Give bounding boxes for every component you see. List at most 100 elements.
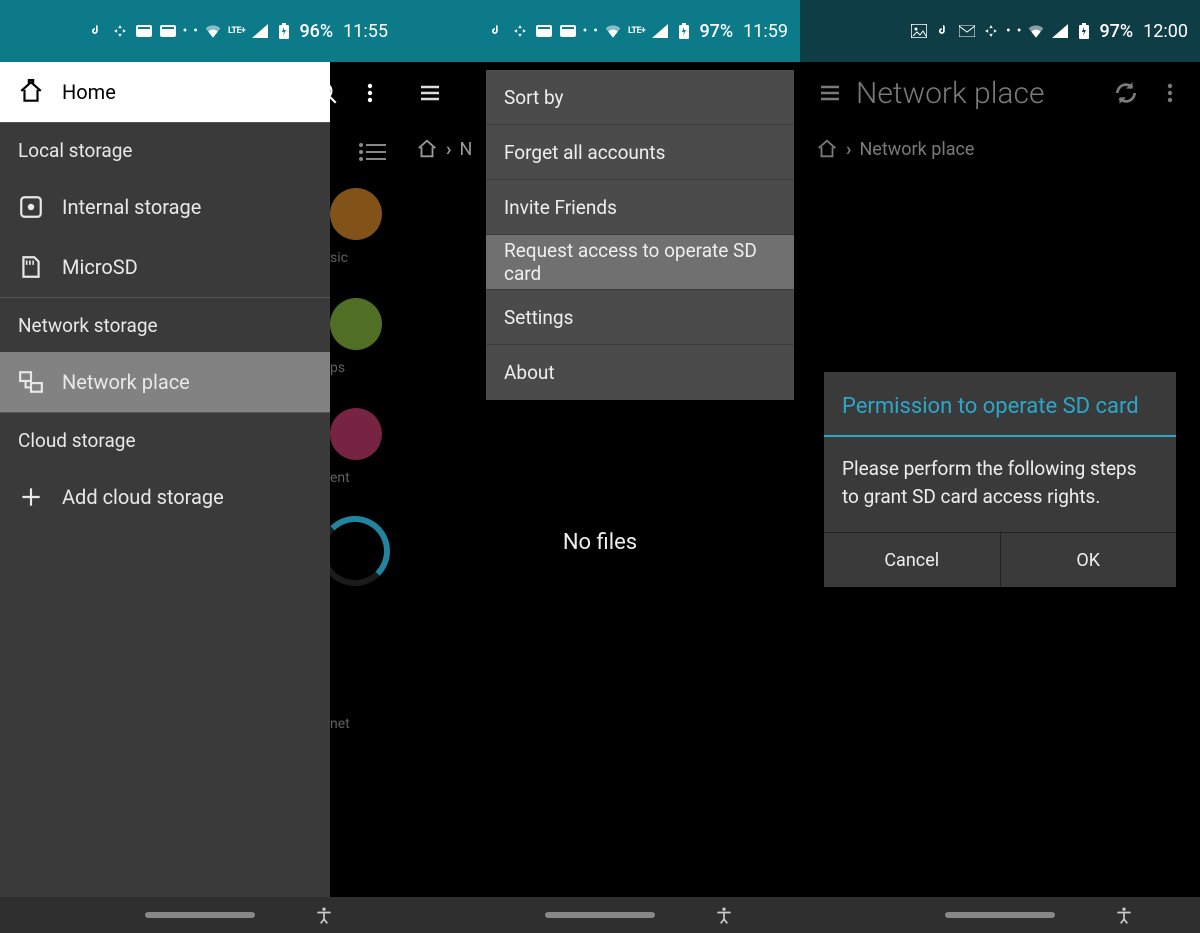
wifi-icon <box>1027 22 1045 40</box>
dot-icon: • <box>193 23 198 39</box>
signal-icon <box>651 22 669 40</box>
menu-sort-by[interactable]: Sort by <box>486 70 794 125</box>
drawer-label: Internal storage <box>62 195 201 219</box>
screenshot-1: • • LTE+ 96% 11:55 File Manager sic ps <box>0 0 400 933</box>
status-bar: • • LTE+ 97% 11:59 <box>400 0 800 62</box>
drawer-item-network-place[interactable]: Network place <box>0 352 330 412</box>
battery-charging-icon <box>275 22 293 40</box>
app-bar: Network place <box>800 62 1200 124</box>
nav-bar <box>0 897 400 933</box>
battery-charging-icon <box>675 22 693 40</box>
menu-invite-friends[interactable]: Invite Friends <box>486 180 794 235</box>
sd-card-icon <box>18 254 44 280</box>
ok-button[interactable]: OK <box>1001 533 1177 587</box>
drawer-label: Add cloud storage <box>62 485 224 509</box>
menu-forget-accounts[interactable]: Forget all accounts <box>486 125 794 180</box>
wifi-icon <box>604 22 622 40</box>
tiktok-icon <box>487 22 505 40</box>
dialog-title: Permission to operate SD card <box>824 372 1176 435</box>
status-bar: • • LTE+ 96% 11:55 <box>0 0 400 62</box>
accessibility-icon[interactable] <box>1114 905 1134 925</box>
dot-icon: • <box>183 23 188 39</box>
drawer-header-network: Network storage <box>0 298 330 352</box>
dot-icon: • <box>1006 23 1011 39</box>
overflow-menu: Sort by Forget all accounts Invite Frien… <box>486 70 794 400</box>
battery-percent: 97% <box>1099 21 1133 42</box>
tiktok-icon <box>87 22 105 40</box>
clock-time: 11:55 <box>343 21 388 42</box>
accessibility-icon[interactable] <box>314 905 334 925</box>
home-icon[interactable] <box>816 138 838 160</box>
drawer-item-add-cloud[interactable]: Add cloud storage <box>0 467 330 527</box>
no-files-label: No files <box>400 530 800 555</box>
pinwheel-icon <box>982 22 1000 40</box>
drawer-header-cloud: Cloud storage <box>0 413 330 467</box>
signal-icon <box>1051 22 1069 40</box>
dialog-body: Please perform the following steps to gr… <box>824 437 1176 532</box>
battery-charging-icon <box>1075 22 1093 40</box>
hamburger-icon[interactable] <box>416 79 444 107</box>
breadcrumb-text: Network place <box>859 139 974 160</box>
nav-bar <box>800 897 1200 933</box>
navigation-drawer: Home Local storage Internal storage Micr… <box>0 62 330 897</box>
clock-time: 12:00 <box>1143 21 1188 42</box>
refresh-icon[interactable] <box>1112 79 1140 107</box>
accessibility-icon[interactable] <box>714 905 734 925</box>
nav-bar <box>400 897 800 933</box>
list-view-icon[interactable] <box>358 141 386 163</box>
menu-settings[interactable]: Settings <box>486 290 794 345</box>
lte-label: LTE+ <box>228 26 245 36</box>
image-icon <box>910 22 928 40</box>
bg-apps-label: ps <box>330 360 400 376</box>
cancel-button[interactable]: Cancel <box>824 533 1001 587</box>
drawer-label: Network place <box>62 370 190 394</box>
breadcrumb-text: N <box>459 139 472 160</box>
status-bar: • • 97% 12:00 <box>800 0 1200 62</box>
network-icon <box>18 369 44 395</box>
screenshot-3: • • 97% 12:00 Network place › Network pl… <box>800 0 1200 933</box>
drawer-header-local: Local storage <box>0 123 330 177</box>
bg-music-label: sic <box>330 250 400 266</box>
home-icon[interactable] <box>416 138 438 160</box>
news-icon-2 <box>159 22 177 40</box>
lte-label: LTE+ <box>628 26 645 36</box>
more-vert-icon[interactable] <box>1156 79 1184 107</box>
news-icon <box>535 22 553 40</box>
drawer-label: Home <box>62 80 116 104</box>
pinwheel-icon <box>111 22 129 40</box>
battery-percent: 97% <box>699 21 733 42</box>
bg-net-label: net <box>330 716 400 732</box>
three-screenshots: • • LTE+ 96% 11:55 File Manager sic ps <box>0 0 1200 933</box>
storage-icon <box>18 194 44 220</box>
permission-dialog: Permission to operate SD card Please per… <box>824 372 1176 587</box>
drawer-item-microsd[interactable]: MicroSD <box>0 237 330 297</box>
dot-icon: • <box>593 23 598 39</box>
more-vert-icon[interactable] <box>356 79 384 107</box>
drawer-label: MicroSD <box>62 255 138 279</box>
tiktok-icon <box>934 22 952 40</box>
gmail-icon <box>958 22 976 40</box>
signal-icon <box>251 22 269 40</box>
wifi-icon <box>204 22 222 40</box>
nav-pill[interactable] <box>145 912 255 918</box>
menu-about[interactable]: About <box>486 345 794 400</box>
news-icon-2 <box>559 22 577 40</box>
plus-icon <box>18 484 44 510</box>
bg-recent-label: ent <box>330 470 400 486</box>
nav-pill[interactable] <box>945 912 1055 918</box>
nav-pill[interactable] <box>545 912 655 918</box>
dot-icon: • <box>1017 23 1022 39</box>
drawer-item-home[interactable]: Home <box>0 62 330 122</box>
app-title: Network place <box>856 76 1096 111</box>
breadcrumb: › Network place <box>800 124 1200 174</box>
battery-percent: 96% <box>299 21 333 42</box>
pinwheel-icon <box>511 22 529 40</box>
hamburger-icon[interactable] <box>816 79 844 107</box>
drawer-item-internal[interactable]: Internal storage <box>0 177 330 237</box>
dot-icon: • <box>583 23 588 39</box>
clock-time: 11:59 <box>743 21 788 42</box>
home-icon <box>18 79 44 105</box>
screenshot-2: • • LTE+ 97% 11:59 › N No files Sort by … <box>400 0 800 933</box>
menu-request-sd-access[interactable]: Request access to operate SD card <box>486 235 794 290</box>
news-icon <box>135 22 153 40</box>
